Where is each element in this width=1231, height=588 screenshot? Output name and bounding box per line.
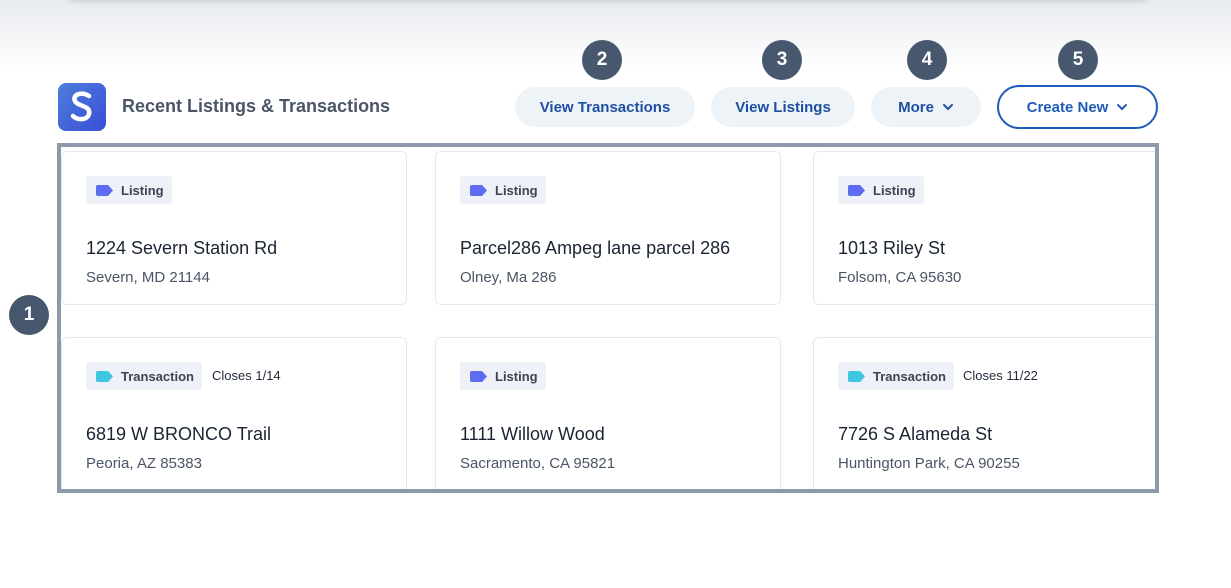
card-address: Parcel286 Ampeg lane parcel 286 [460, 238, 731, 258]
chevron-down-icon [942, 104, 953, 111]
transaction-card[interactable]: Transaction Closes 11/22 7726 S Alameda … [813, 337, 1155, 489]
listing-card[interactable]: Listing Parcel286 Ampeg lane parcel 286 … [435, 151, 781, 305]
listing-card[interactable]: Listing 1111 Willow Wood Sacramento, CA … [435, 337, 781, 489]
listing-tag: Listing [838, 176, 924, 204]
view-transactions-button[interactable]: View Transactions [515, 87, 695, 127]
tag-icon [470, 370, 487, 382]
listing-tag: Listing [460, 176, 546, 204]
card-address: 6819 W BRONCO Trail [86, 424, 272, 444]
card-city: Olney, Ma 286 [460, 269, 557, 286]
create-new-label: Create New [1026, 98, 1109, 116]
card-city: Huntington Park, CA 90255 [838, 455, 1020, 472]
more-label: More [898, 98, 934, 116]
card-address: 1013 Riley St [838, 238, 946, 258]
chevron-down-icon [1117, 104, 1128, 111]
tag-icon [848, 184, 865, 196]
logo-s-icon [70, 91, 92, 122]
listing-tag: Listing [86, 176, 172, 204]
tag-icon [96, 184, 113, 196]
tag-label: Listing [873, 182, 916, 198]
view-transactions-label: View Transactions [539, 98, 671, 116]
card-city: Severn, MD 21144 [86, 269, 210, 286]
tag-label: Transaction [121, 368, 194, 384]
card-city: Folsom, CA 95630 [838, 269, 962, 286]
transaction-tag: Transaction [86, 362, 202, 390]
recent-items-highlight-frame: Listing 1224 Severn Station Rd Severn, M… [57, 143, 1159, 493]
tag-label: Listing [495, 368, 538, 384]
app-logo [58, 83, 106, 131]
create-new-button[interactable]: Create New [997, 85, 1158, 129]
closing-date: Closes 11/22 [963, 368, 1038, 383]
card-address: 7726 S Alameda St [838, 424, 993, 444]
annotation-marker-3: 3 [762, 40, 802, 80]
more-button[interactable]: More [871, 87, 981, 127]
annotation-marker-2: 2 [582, 40, 622, 80]
tag-label: Listing [121, 182, 164, 198]
transaction-tag: Transaction [838, 362, 954, 390]
tag-label: Transaction [873, 368, 946, 384]
tag-label: Listing [495, 182, 538, 198]
card-address: 1224 Severn Station Rd [86, 238, 278, 258]
transaction-card[interactable]: Transaction Closes 1/14 6819 W BRONCO Tr… [61, 337, 407, 489]
annotation-marker-5: 5 [1058, 40, 1098, 80]
listing-tag: Listing [460, 362, 546, 390]
tag-icon [470, 184, 487, 196]
view-listings-button[interactable]: View Listings [711, 87, 855, 127]
card-address: 1111 Willow Wood [460, 424, 605, 444]
card-city: Peoria, AZ 85383 [86, 455, 202, 472]
listing-card[interactable]: Listing 1013 Riley St Folsom, CA 95630 [813, 151, 1155, 305]
view-listings-label: View Listings [735, 98, 831, 116]
closing-date: Closes 1/14 [212, 368, 281, 383]
tag-icon [848, 370, 865, 382]
section-title: Recent Listings & Transactions [122, 96, 391, 116]
card-city: Sacramento, CA 95821 [460, 455, 616, 472]
listing-card[interactable]: Listing 1224 Severn Station Rd Severn, M… [61, 151, 407, 305]
tag-icon [96, 370, 113, 382]
annotation-marker-1: 1 [9, 295, 49, 335]
annotation-marker-4: 4 [907, 40, 947, 80]
